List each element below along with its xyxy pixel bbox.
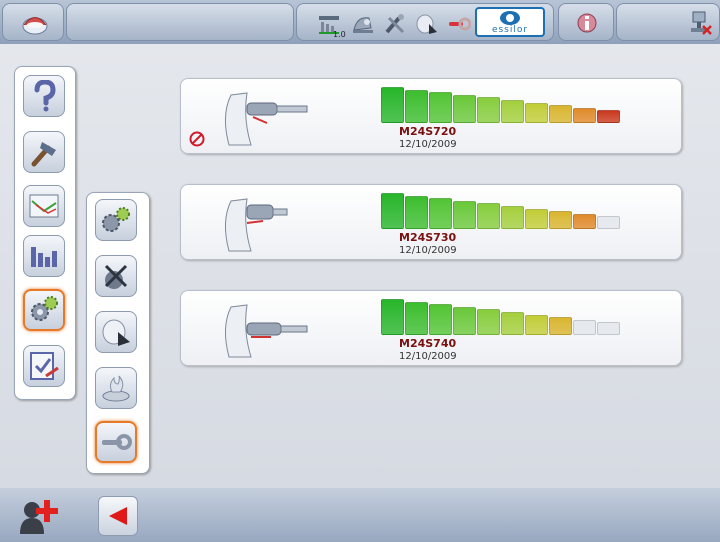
statistics-icon xyxy=(31,247,57,267)
wear-level-bars xyxy=(381,189,620,229)
wear-level-segment xyxy=(381,193,404,229)
home-segment[interactable] xyxy=(2,3,64,41)
wear-level-segment xyxy=(453,94,476,123)
maintenance-button[interactable] xyxy=(23,131,65,173)
graph-button[interactable] xyxy=(23,185,65,227)
tool-illustration-icon xyxy=(225,92,308,146)
tools-icon[interactable] xyxy=(383,12,407,36)
tool-date: 12/10/2009 xyxy=(399,245,457,256)
gears-button[interactable] xyxy=(95,199,137,241)
wear-level-segment xyxy=(381,87,404,123)
wear-level-segment xyxy=(525,102,548,123)
wear-level-segment xyxy=(549,211,572,229)
essilor-logo-icon xyxy=(500,11,520,25)
wear-level-segment xyxy=(405,301,428,335)
tool-name: M24S730 xyxy=(399,231,457,244)
settings-gears-icon xyxy=(31,296,58,321)
wear-level-segment xyxy=(525,314,548,335)
help-icon xyxy=(34,80,56,112)
graph-icon xyxy=(29,194,59,218)
help-button[interactable] xyxy=(23,75,65,117)
machine-icons-segment: 1.0 essilor xyxy=(296,3,554,41)
lens-icon[interactable] xyxy=(415,12,439,36)
tool-illustration-icon xyxy=(225,304,308,358)
grinding-wheel-button[interactable] xyxy=(95,311,137,353)
add-user-icon[interactable] xyxy=(18,496,58,536)
back-button[interactable] xyxy=(98,496,138,536)
settings-button[interactable] xyxy=(23,289,65,331)
checklist-button[interactable] xyxy=(23,345,65,387)
tool-date: 12/10/2009 xyxy=(399,139,457,150)
wear-level-segment xyxy=(597,216,620,229)
wear-level-segment xyxy=(381,299,404,335)
wear-level-segment xyxy=(501,312,524,335)
tool-illustration-icon xyxy=(225,198,288,252)
tool-card-2[interactable]: M24S730 12/10/2009 xyxy=(180,184,682,260)
edging-icon[interactable] xyxy=(351,12,375,36)
version-label: 1.0 xyxy=(333,30,346,39)
wrench-icon xyxy=(102,434,132,450)
wear-level-segment xyxy=(429,304,452,335)
essilor-label: essilor xyxy=(491,25,529,35)
wear-level-segment xyxy=(501,206,524,229)
home-icon[interactable] xyxy=(21,10,49,36)
wear-level-bars xyxy=(381,83,620,123)
wear-level-segment xyxy=(405,195,428,229)
tool-card-3[interactable]: M24S740 12/10/2009 xyxy=(180,290,682,366)
info-segment[interactable] xyxy=(558,3,614,41)
coolant-button[interactable] xyxy=(95,367,137,409)
network-icon[interactable] xyxy=(689,10,713,36)
wear-level-segment xyxy=(597,322,620,335)
grinding-wheel-icon xyxy=(102,319,130,346)
tool-name: M24S720 xyxy=(399,125,457,138)
wear-level-segment xyxy=(429,198,452,229)
tool-setup-icon xyxy=(104,264,128,289)
bottom-toolbar xyxy=(0,488,720,542)
gears-icon xyxy=(102,207,130,232)
wear-level-segment xyxy=(477,97,500,123)
wear-level-segment xyxy=(405,89,428,123)
statistics-button[interactable] xyxy=(23,235,65,277)
wear-level-bars xyxy=(381,295,620,335)
wear-level-segment xyxy=(573,213,596,229)
wear-level-segment xyxy=(573,107,596,123)
hammer-icon xyxy=(31,142,56,167)
back-arrow-icon xyxy=(109,507,127,525)
wear-level-segment xyxy=(453,200,476,229)
tool-name: M24S740 xyxy=(399,337,457,350)
wear-level-segment xyxy=(525,208,548,229)
wear-level-segment xyxy=(549,317,572,335)
essilor-logo[interactable]: essilor xyxy=(475,7,545,37)
tool-date: 12/10/2009 xyxy=(399,351,457,362)
wear-level-segment xyxy=(549,105,572,123)
wear-level-segment xyxy=(597,110,620,123)
wear-level-segment xyxy=(429,92,452,123)
secondary-sidebar xyxy=(86,192,150,474)
tool-card-1[interactable]: M24S720 12/10/2009 xyxy=(180,78,682,154)
tool-setup-button[interactable] xyxy=(95,255,137,297)
wrench-tools-button[interactable] xyxy=(95,421,137,463)
primary-sidebar xyxy=(14,66,76,400)
wrench-icon[interactable] xyxy=(447,12,471,36)
info-icon[interactable] xyxy=(575,10,599,36)
top-toolbar: 1.0 essilor xyxy=(0,0,720,44)
checklist-icon xyxy=(30,352,59,380)
coolant-icon xyxy=(102,375,130,402)
wear-level-segment xyxy=(477,309,500,335)
wear-level-segment xyxy=(573,319,596,335)
top-spacer-segment xyxy=(66,3,294,41)
network-segment xyxy=(616,3,720,41)
wear-level-segment xyxy=(501,100,524,123)
wear-level-segment xyxy=(477,203,500,229)
wear-level-segment xyxy=(453,306,476,335)
forbidden-icon xyxy=(189,131,205,147)
